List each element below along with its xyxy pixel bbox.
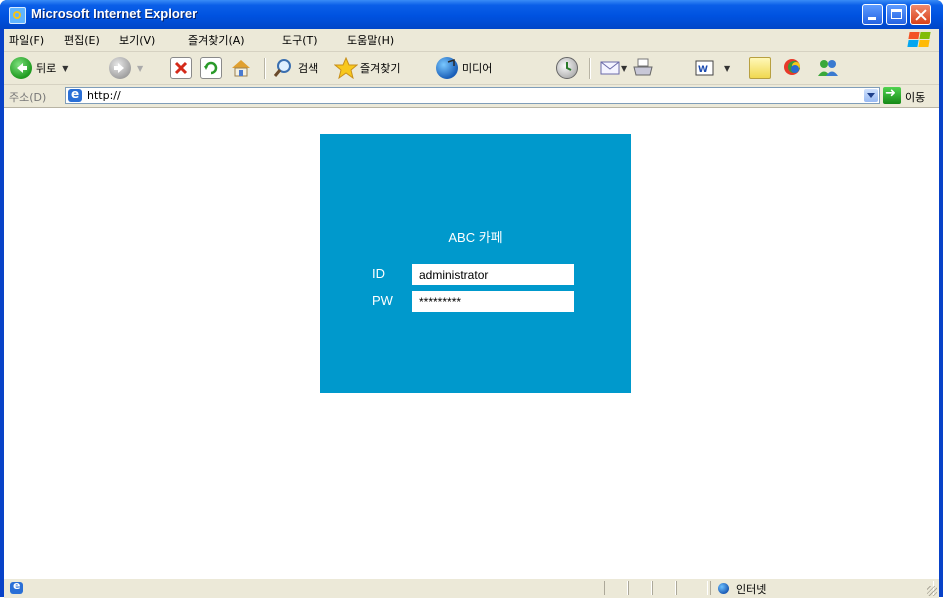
menu-bar: 파일(F) 편집(E) 보기(V) 즐겨찾기(A) 도구(T) 도움말(H) [4, 29, 939, 52]
discuss-button[interactable] [749, 56, 771, 80]
print-icon [632, 57, 654, 79]
search-button[interactable]: 검색 [272, 56, 318, 80]
address-dropdown-icon[interactable] [864, 89, 878, 102]
media-icon [436, 57, 458, 79]
history-button[interactable] [556, 56, 578, 80]
go-arrow-icon[interactable] [883, 86, 901, 104]
status-pane [676, 581, 708, 595]
site-title: ABC 카페 [448, 230, 503, 245]
discuss-icon [749, 57, 771, 79]
forward-dropdown-icon[interactable]: ▼ [137, 64, 143, 73]
search-icon [272, 57, 294, 79]
mail-icon [599, 57, 621, 79]
stop-icon [170, 57, 192, 79]
favorites-label: 즐겨찾기 [360, 62, 401, 75]
edit-icon: W [694, 57, 716, 79]
favorites-star-icon [333, 56, 359, 80]
password-input[interactable] [412, 291, 574, 312]
id-input[interactable] [412, 264, 574, 285]
resize-grip[interactable] [927, 586, 937, 596]
home-button[interactable] [230, 56, 252, 80]
edit-dropdown-icon[interactable]: ▼ [724, 64, 730, 73]
svg-text:W: W [698, 65, 708, 75]
media-button[interactable]: 미디어 [436, 56, 492, 80]
ie-app-icon [9, 7, 26, 24]
minimize-button[interactable] [862, 4, 883, 25]
go-button[interactable]: 이동 [905, 89, 925, 105]
menu-file[interactable]: 파일(F) [9, 32, 44, 48]
page-ie-icon [68, 87, 82, 102]
id-label: ID [372, 266, 385, 281]
browser-window: Microsoft Internet Explorer 파일(F) 편집(E) … [0, 0, 943, 598]
mail-button[interactable]: ▼ [599, 56, 627, 80]
menu-edit[interactable]: 편집(E) [64, 32, 100, 48]
home-icon [230, 57, 252, 79]
menu-tools[interactable]: 도구(T) [282, 32, 318, 48]
status-page-icon [10, 579, 23, 594]
refresh-button[interactable] [200, 56, 222, 80]
security-zone-label: 인터넷 [736, 583, 767, 596]
login-panel: ABC 카페 ID PW [320, 134, 631, 393]
menu-help[interactable]: 도움말(H) [347, 32, 394, 48]
history-icon [556, 57, 578, 79]
back-icon [10, 57, 32, 79]
contacts-button[interactable] [816, 56, 838, 80]
favorites-button[interactable]: 즐겨찾기 [333, 56, 401, 80]
refresh-icon [200, 57, 222, 79]
toolbar-separator-2 [589, 58, 591, 79]
page-content: ABC 카페 ID PW [4, 108, 939, 578]
mail-dropdown-icon[interactable]: ▼ [621, 64, 627, 73]
status-pane [628, 581, 652, 595]
standard-toolbar: 뒤로 ▼ ▼ 검색 즐겨찾기 미디어 ▼ W ▼ [4, 52, 939, 85]
close-button[interactable] [910, 4, 931, 25]
back-label: 뒤로 [36, 62, 57, 75]
windows-logo-icon [907, 31, 931, 48]
status-bar: 인터넷 [4, 578, 939, 598]
toolbar-separator [264, 58, 266, 79]
address-input[interactable]: http:// [65, 87, 880, 104]
contacts-icon [816, 57, 838, 79]
address-url[interactable]: http:// [87, 89, 121, 102]
status-pane [604, 581, 628, 595]
title-bar[interactable]: Microsoft Internet Explorer [0, 0, 943, 29]
menu-view[interactable]: 보기(V) [119, 32, 155, 48]
internet-zone-globe-icon [718, 583, 729, 594]
messenger-icon [782, 57, 804, 79]
edit-button[interactable]: W ▼ [694, 56, 730, 80]
window-title: Microsoft Internet Explorer [31, 6, 198, 21]
forward-button[interactable]: ▼ [109, 56, 143, 80]
pw-label: PW [372, 293, 393, 308]
forward-icon [109, 57, 131, 79]
address-label: 주소(D) [9, 91, 47, 104]
print-button[interactable] [632, 56, 654, 80]
stop-button[interactable] [170, 56, 192, 80]
search-label: 검색 [298, 62, 319, 75]
address-bar: 주소(D) http:// 이동 [4, 85, 939, 108]
back-dropdown-icon[interactable]: ▼ [62, 64, 68, 73]
menu-favorites[interactable]: 즐겨찾기(A) [188, 32, 245, 48]
media-label: 미디어 [462, 62, 493, 75]
status-pane [652, 581, 676, 595]
messenger-button[interactable] [782, 56, 804, 80]
maximize-button[interactable] [886, 4, 907, 25]
back-button[interactable]: 뒤로 ▼ [10, 56, 68, 80]
